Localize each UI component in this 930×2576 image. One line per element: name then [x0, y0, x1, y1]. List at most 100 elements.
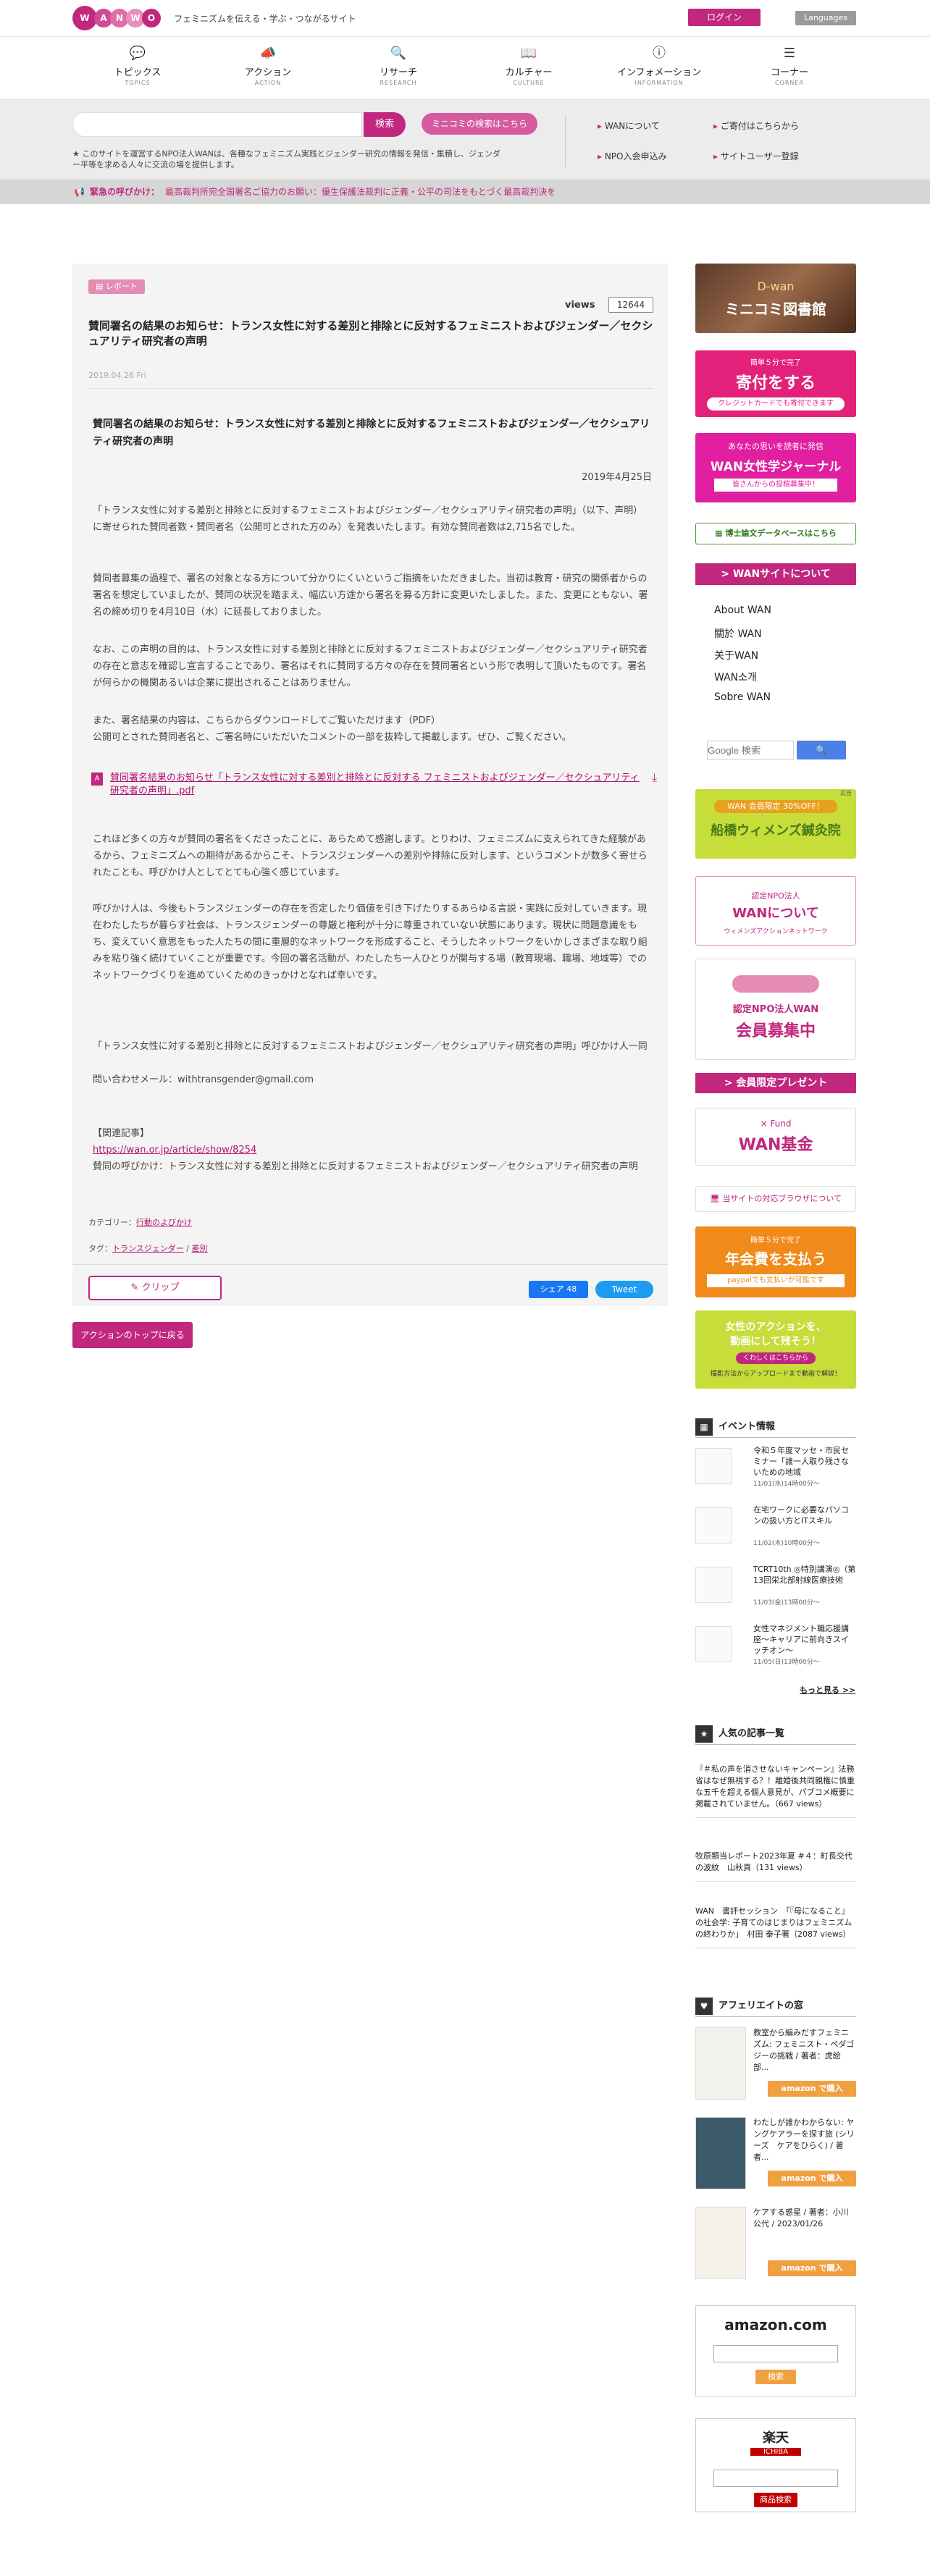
google-search-button[interactable]: 🔍 — [797, 741, 846, 759]
rakuten-search-input[interactable] — [713, 2470, 838, 2487]
membership-fee-banner[interactable]: 簡単５分で完了 年会費を支払う paypalでも支払いが可能です — [695, 1226, 856, 1297]
amazon-buy-button[interactable]: amazon で購入 — [768, 2260, 856, 2276]
amazon-search-widget: amazon.com 検索 — [695, 2305, 856, 2396]
popular-article[interactable]: 牧原類当レポート2023年夏 #４：町長交代の波紋 山秋真（131 views） — [695, 1851, 856, 1882]
affiliate-title[interactable]: わたしが誰かわからない: ヤングケアラーを探す旅 (シリーズ ケアをひらく) /… — [753, 2117, 856, 2163]
banner-note: あなたの思いを読者に発信 — [728, 442, 824, 451]
tweet-button[interactable]: Tweet — [595, 1281, 653, 1298]
login-button[interactable]: ログイン — [688, 9, 761, 26]
banner-title: 動画にして残そう！ — [730, 1336, 821, 1347]
tag-link[interactable]: 差別 — [191, 1244, 207, 1253]
nav-sublabel: INFORMATION — [634, 80, 684, 86]
article-paragraph: 「トランス女性に対する差別と排除とに反対するフェミニストおよびジェンダー／セクシ… — [93, 505, 643, 533]
book-cover[interactable] — [695, 2117, 746, 2189]
book-cover[interactable] — [695, 2207, 746, 2279]
nav-corner[interactable]: ☰ コーナー CORNER — [732, 46, 847, 86]
rakuten-logo: 楽天 — [763, 2430, 789, 2446]
affiliate-title[interactable]: 教室から編みだすフェミニズム: フェミニスト・ペダゴジーの挑戦 / 著者：虎絵 … — [753, 2027, 856, 2074]
category-tag[interactable]: ▤ レポート — [88, 279, 145, 294]
npo-about-banner[interactable]: 認定NPO法人 WANについて ウィメンズアクションネットワーク — [695, 876, 856, 946]
article-paragraph: なお、この声明の目的は、トランス女性に対する差別と排除とに反対するフェミニストお… — [93, 644, 648, 689]
banner-title: 年会費を支払う — [725, 1250, 826, 1268]
link-about-wan[interactable]: WANについて — [598, 119, 660, 132]
about-wan-link-zh-cn[interactable]: 关于WAN — [714, 648, 758, 662]
events-more-link[interactable]: もっと見る >> — [800, 1684, 855, 1696]
nav-topics[interactable]: 💬 トピックス TOPICS — [80, 46, 196, 86]
minikomi-search-button[interactable]: ミニコミの検索はこちら — [422, 113, 537, 135]
affiliate-title[interactable]: ケアする惑星 / 著者：小川公代 / 2023/01/26 — [753, 2207, 856, 2230]
pdf-download-link[interactable]: 賛同署名結果のお知らせ「トランス女性に対する差別と排除とに反対する フェミニスト… — [110, 772, 646, 798]
amazon-search-button[interactable]: 検索 — [755, 2370, 796, 2384]
views-count: 12644 — [608, 297, 653, 313]
clip-button[interactable]: ✎ クリップ — [88, 1276, 222, 1300]
event-date: 11/01(水)14時00分〜 — [753, 1481, 820, 1488]
category-line: カテゴリー：行動のよびかけ — [88, 1218, 192, 1227]
views-label: views — [565, 300, 595, 311]
event-thumbnail — [695, 1448, 732, 1484]
main-nav: 💬 トピックス TOPICS 📣 アクション ACTION 🔍 リサーチ RES… — [0, 36, 930, 100]
site-logo[interactable]: W A N W O — [72, 6, 161, 30]
donate-banner[interactable]: 簡単５分で完了 寄付をする クレジットカードでも寄付できます — [695, 350, 856, 417]
related-link[interactable]: https://wan.or.jp/article/show/8254 — [93, 1142, 256, 1158]
about-wan-link-ko[interactable]: WAN소개 — [714, 670, 757, 684]
about-wan-link-es[interactable]: Sobre WAN — [714, 691, 771, 703]
dwan-library-banner[interactable]: D-wan ミニコミ図書館 — [695, 264, 856, 333]
wan-fund-banner[interactable]: × Fund WAN基金 — [695, 1108, 856, 1166]
popular-heading: ★ 人気の記事一覧 — [695, 1723, 856, 1745]
article-paragraph: 公開可とされた賛同者名と、ご署名時にいただいたコメントの一部を抜粋して掲載します… — [93, 732, 571, 743]
event-date: 11/05(日)13時00分〜 — [753, 1659, 820, 1666]
rakuten-search-button[interactable]: 商品検索 — [754, 2493, 797, 2507]
link-user-register[interactable]: サイトユーザー登録 — [713, 150, 799, 162]
banner-note: 撮影方法からアップロードまで動画で解説！ — [710, 1371, 841, 1378]
ad-banner[interactable]: 広告 WAN 会員限定 30%OFF！ 船橋ウィメンズ鍼灸院 — [695, 789, 856, 859]
logo-dot: W — [72, 6, 97, 30]
event-item[interactable]: 女性マネジメント職応援講座〜キャリアに前向きスイッチオン〜 11/05(日)13時… — [695, 1623, 856, 1671]
amazon-buy-button[interactable]: amazon で購入 — [768, 2171, 856, 2186]
facebook-share-button[interactable]: シェア 48 — [529, 1281, 588, 1298]
category-link[interactable]: 行動のよびかけ — [136, 1218, 192, 1227]
search-button[interactable]: 検索 — [364, 112, 406, 137]
action-video-banner[interactable]: 女性のアクションを、 動画にして残そう！ くわしくはこちらから 撮影方法からアッ… — [695, 1310, 856, 1389]
about-wan-link-zh-tw[interactable]: 關於 WAN — [714, 626, 762, 641]
book-cover[interactable] — [695, 2027, 746, 2100]
event-item[interactable]: 在宅ワークに必要なパソコンの扱い方とITスキル 11/02(木)10時00分〜 — [695, 1504, 856, 1552]
popular-article[interactable]: 『＃私の声を消させないキャンペーン』法務省はなぜ無視する？！離婚後共同親権に慎重… — [695, 1764, 856, 1818]
rakuten-ichiba-label: ICHIBA — [750, 2448, 801, 2456]
tag-link[interactable]: トランスジェンダー — [112, 1244, 184, 1253]
nav-action[interactable]: 📣 アクション ACTION — [210, 46, 326, 86]
clip-icon: ✎ — [130, 1282, 142, 1293]
amazon-buy-button[interactable]: amazon で購入 — [768, 2081, 856, 2097]
member-recruit-banner[interactable]: 認定NPO法人WAN 会員募集中 — [695, 959, 856, 1060]
document-icon: ▤ — [96, 282, 106, 291]
banner-note: 簡単５分で完了 — [750, 359, 801, 367]
back-to-action-button[interactable]: アクションのトップに戻る — [72, 1322, 193, 1348]
banner-title: WAN基金 — [738, 1136, 813, 1154]
article-paragraph: 問い合わせメール：withtransgender@gmail.com — [93, 1074, 314, 1085]
nav-information[interactable]: ⓘ インフォメーション INFORMATION — [601, 46, 717, 86]
alert-link[interactable]: 最高裁判所宛全国署名ご協力のお願い：優生保護法裁判に正義・公平の司法をもとづく最… — [165, 180, 556, 204]
site-tagline: フェミニズムを伝える・学ぶ・つながるサイト — [174, 14, 356, 24]
search-input[interactable] — [72, 112, 362, 137]
google-search-input[interactable] — [707, 741, 794, 759]
languages-button[interactable]: Languages — [795, 11, 856, 25]
link-donate[interactable]: ご寄付はこちらから — [713, 119, 799, 132]
nav-label: インフォメーション — [616, 67, 702, 78]
menu-icon: ☰ — [783, 46, 796, 61]
heart-icon: ♥ — [695, 1997, 713, 2015]
amazon-search-input[interactable] — [713, 2345, 838, 2362]
download-icon[interactable]: ⤓ — [652, 770, 657, 785]
browser-support-link[interactable]: 🖥 当サイトの対応ブラウザについて — [695, 1186, 856, 1212]
link-npo-join[interactable]: NPO入会申込み — [598, 150, 667, 162]
about-wan-link-en[interactable]: About WAN — [714, 605, 771, 616]
nav-research[interactable]: 🔍 リサーチ RESEARCH — [340, 46, 456, 86]
nav-culture[interactable]: 📖 カルチャー CULTURE — [471, 46, 587, 86]
thesis-database-link[interactable]: ▦ 博士論文データベースはこちら — [695, 523, 856, 544]
event-item[interactable]: TCRT10th ◎特別講演◎（第13回栄北部射線医療技術 11/03(金)13時… — [695, 1564, 856, 1612]
nav-label: トピックス — [114, 67, 162, 78]
event-item[interactable]: 令和５年度マッセ・市民セミナー「誰一人取り残さないための地域 11/01(水)14… — [695, 1445, 856, 1493]
popular-article[interactable]: WAN 書評セッション 「『母になること』の社会学: 子育てのはじまりはフェミニ… — [695, 1906, 856, 1948]
event-date: 11/03(金)13時00分〜 — [753, 1599, 820, 1607]
megaphone-icon: 📣 — [259, 46, 277, 61]
journal-banner[interactable]: あなたの思いを読者に発信 WAN女性学ジャーナル 皆さんからの投稿募集中！ — [695, 433, 856, 502]
present-heading[interactable]: > 会員限定プレゼント — [695, 1073, 856, 1093]
